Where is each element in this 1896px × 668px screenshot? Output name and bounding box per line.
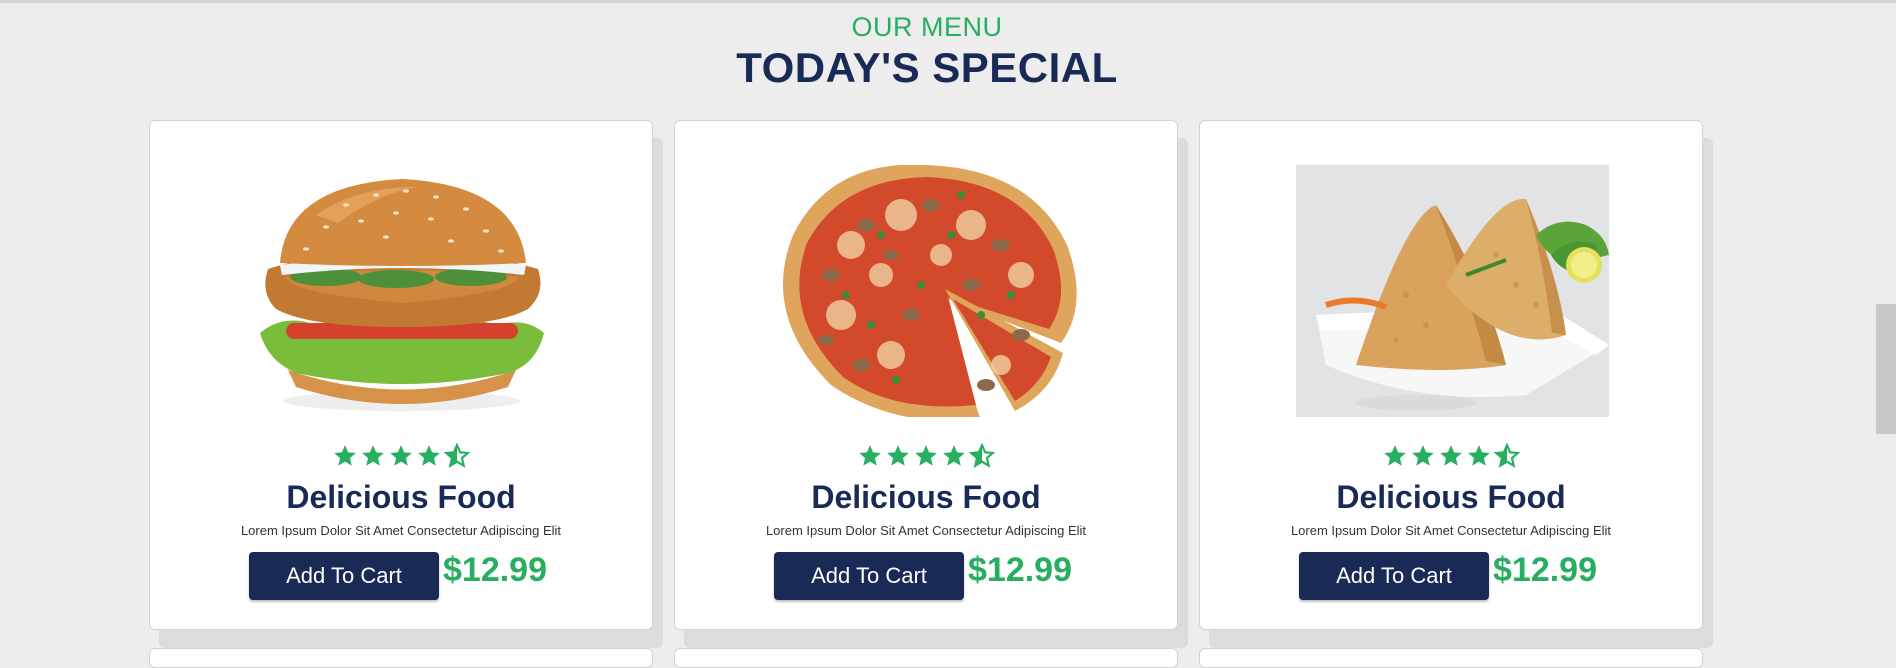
food-description: Lorem Ipsum Dolor Sit Amet Consectetur A… <box>765 523 1087 538</box>
food-description: Lorem Ipsum Dolor Sit Amet Consectetur A… <box>240 523 562 538</box>
star-icon <box>884 443 912 471</box>
add-to-cart-button[interactable]: Add To Cart <box>249 552 439 600</box>
star-icon <box>1381 443 1409 471</box>
menu-card: Delicious Food Lorem Ipsum Dolor Sit Ame… <box>149 120 653 630</box>
star-icon <box>359 443 387 471</box>
star-icon <box>331 443 359 471</box>
rating-stars <box>150 442 652 471</box>
star-icon <box>1437 443 1465 471</box>
food-name: Delicious Food <box>286 479 516 515</box>
food-name: Delicious Food <box>1336 479 1566 515</box>
top-divider <box>0 0 1896 3</box>
half-star-icon <box>443 442 471 471</box>
samosa-image <box>1296 165 1609 417</box>
star-icon <box>387 443 415 471</box>
pizza-image <box>771 165 1084 417</box>
rating-stars <box>675 442 1177 471</box>
star-icon <box>1409 443 1437 471</box>
burger-image <box>246 165 559 417</box>
star-icon <box>912 443 940 471</box>
menu-card: Delicious Food Lorem Ipsum Dolor Sit Ame… <box>674 120 1178 630</box>
food-price: $12.99 <box>443 551 547 589</box>
menu-card-next-row <box>674 648 1178 668</box>
food-price: $12.99 <box>1493 551 1597 589</box>
half-star-icon <box>968 442 996 471</box>
star-icon <box>856 443 884 471</box>
add-to-cart-button[interactable]: Add To Cart <box>774 552 964 600</box>
add-to-cart-button[interactable]: Add To Cart <box>1299 552 1489 600</box>
star-icon <box>940 443 968 471</box>
menu-card-next-row <box>1199 648 1703 668</box>
scrollbar-thumb[interactable] <box>1876 304 1896 434</box>
section-subtitle: OUR MENU <box>851 12 1003 42</box>
menu-card-next-row <box>149 648 653 668</box>
star-icon <box>1465 443 1493 471</box>
half-star-icon <box>1493 442 1521 471</box>
star-icon <box>415 443 443 471</box>
rating-stars <box>1200 442 1702 471</box>
food-description: Lorem Ipsum Dolor Sit Amet Consectetur A… <box>1290 523 1612 538</box>
menu-card: Delicious Food Lorem Ipsum Dolor Sit Ame… <box>1199 120 1703 630</box>
section-title: TODAY'S SPECIAL <box>736 44 1118 91</box>
food-name: Delicious Food <box>811 479 1041 515</box>
food-price: $12.99 <box>968 551 1072 589</box>
